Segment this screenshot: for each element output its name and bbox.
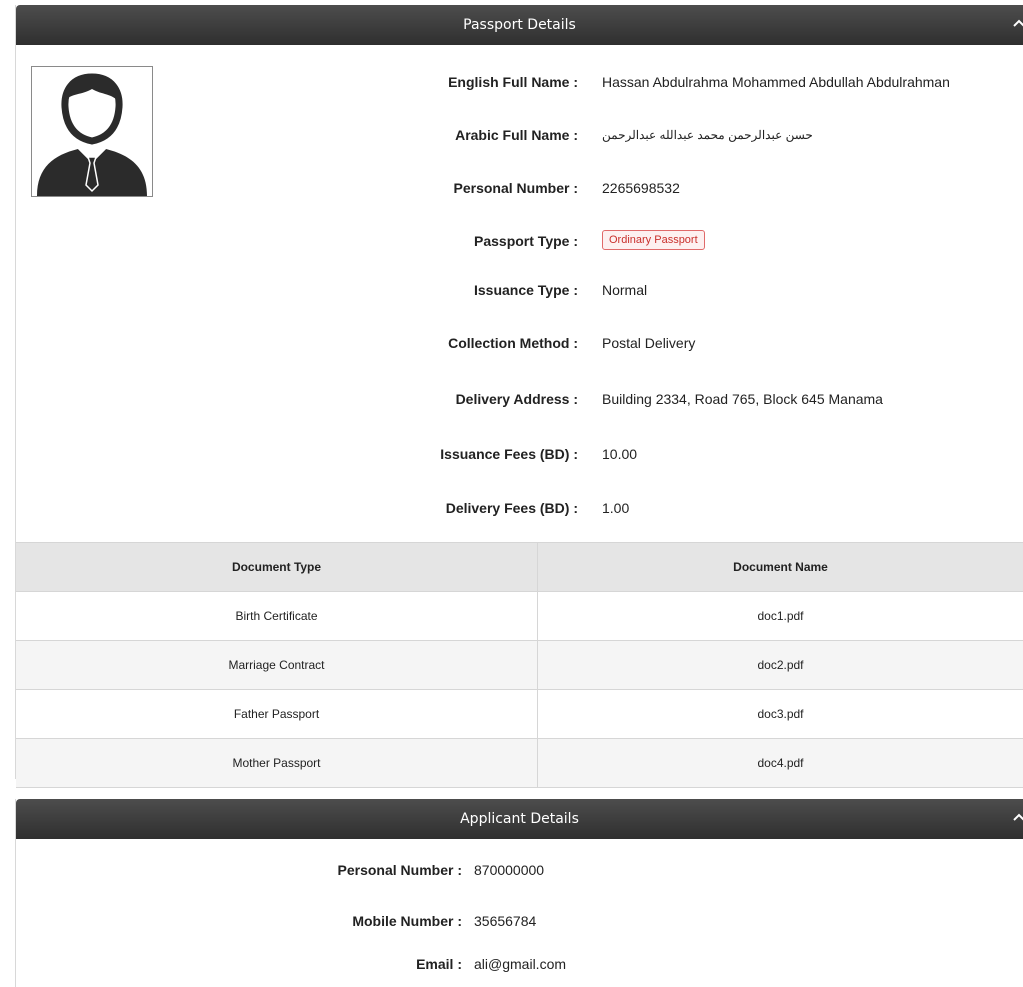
document-name-cell[interactable]: doc4.pdf: [537, 738, 1023, 788]
column-header-document-name: Document Name: [537, 542, 1023, 592]
field-label: English Full Name :: [448, 74, 578, 90]
table-row: Mother Passport doc4.pdf: [16, 738, 1023, 788]
passport-type-badge: Ordinary Passport: [602, 230, 705, 250]
field-label: Mobile Number :: [352, 913, 462, 929]
applicant-details-panel: Applicant Details Personal Number : 8700…: [15, 799, 1023, 987]
applicant-personal-number-value: 870000000: [474, 862, 545, 878]
panel-title: Applicant Details: [460, 811, 579, 827]
field-label: Email :: [416, 956, 462, 972]
document-type-cell: Father Passport: [16, 689, 538, 739]
field-label: Arabic Full Name :: [455, 127, 578, 143]
field-label: Delivery Fees (BD) :: [445, 500, 578, 516]
personal-number-value: 2265698532: [602, 180, 680, 196]
mobile-number-value: 35656784: [474, 913, 537, 929]
field-label: Delivery Address :: [455, 391, 578, 407]
field-label: Personal Number :: [337, 862, 462, 878]
english-full-name-value: Hassan Abdulrahma Mohammed Abdullah Abdu…: [602, 74, 950, 90]
delivery-address-value: Building 2334, Road 765, Block 645 Manam…: [602, 391, 883, 407]
document-type-cell: Mother Passport: [16, 738, 538, 788]
column-header-document-type: Document Type: [16, 542, 538, 592]
document-name-cell[interactable]: doc1.pdf: [537, 591, 1023, 641]
table-header-row: Document Type Document Name: [16, 542, 1023, 592]
table-row: Father Passport doc3.pdf: [16, 689, 1023, 739]
document-type-cell: Marriage Contract: [16, 640, 538, 690]
passport-details-panel: Passport Details English Full Name : Has…: [15, 5, 1023, 788]
chevron-up-icon[interactable]: [1007, 799, 1023, 839]
document-name-cell[interactable]: doc2.pdf: [537, 640, 1023, 690]
chevron-up-icon[interactable]: [1007, 5, 1023, 45]
table-row: Marriage Contract doc2.pdf: [16, 640, 1023, 690]
collection-method-value: Postal Delivery: [602, 335, 696, 351]
documents-table: Document Type Document Name Birth Certif…: [16, 542, 1023, 788]
email-value: ali@gmail.com: [474, 956, 567, 972]
document-type-cell: Birth Certificate: [16, 591, 538, 641]
field-label: Passport Type :: [474, 233, 578, 249]
table-row: Birth Certificate doc1.pdf: [16, 591, 1023, 641]
delivery-fees-value: 1.00: [602, 500, 630, 516]
field-label: Issuance Fees (BD) :: [440, 446, 578, 462]
panel-title: Passport Details: [463, 17, 576, 33]
issuance-fees-value: 10.00: [602, 446, 638, 462]
issuance-type-value: Normal: [602, 282, 648, 298]
passport-details-header[interactable]: Passport Details: [16, 5, 1023, 45]
document-name-cell[interactable]: doc3.pdf: [537, 689, 1023, 739]
applicant-details-header[interactable]: Applicant Details: [16, 799, 1023, 839]
field-label: Personal Number :: [453, 180, 578, 196]
field-label: Issuance Type :: [473, 282, 578, 298]
field-label: Collection Method :: [448, 335, 578, 351]
arabic-full-name-value: حسن عبدالرحمن محمد عبدالله عبدالرحمن: [602, 128, 813, 142]
